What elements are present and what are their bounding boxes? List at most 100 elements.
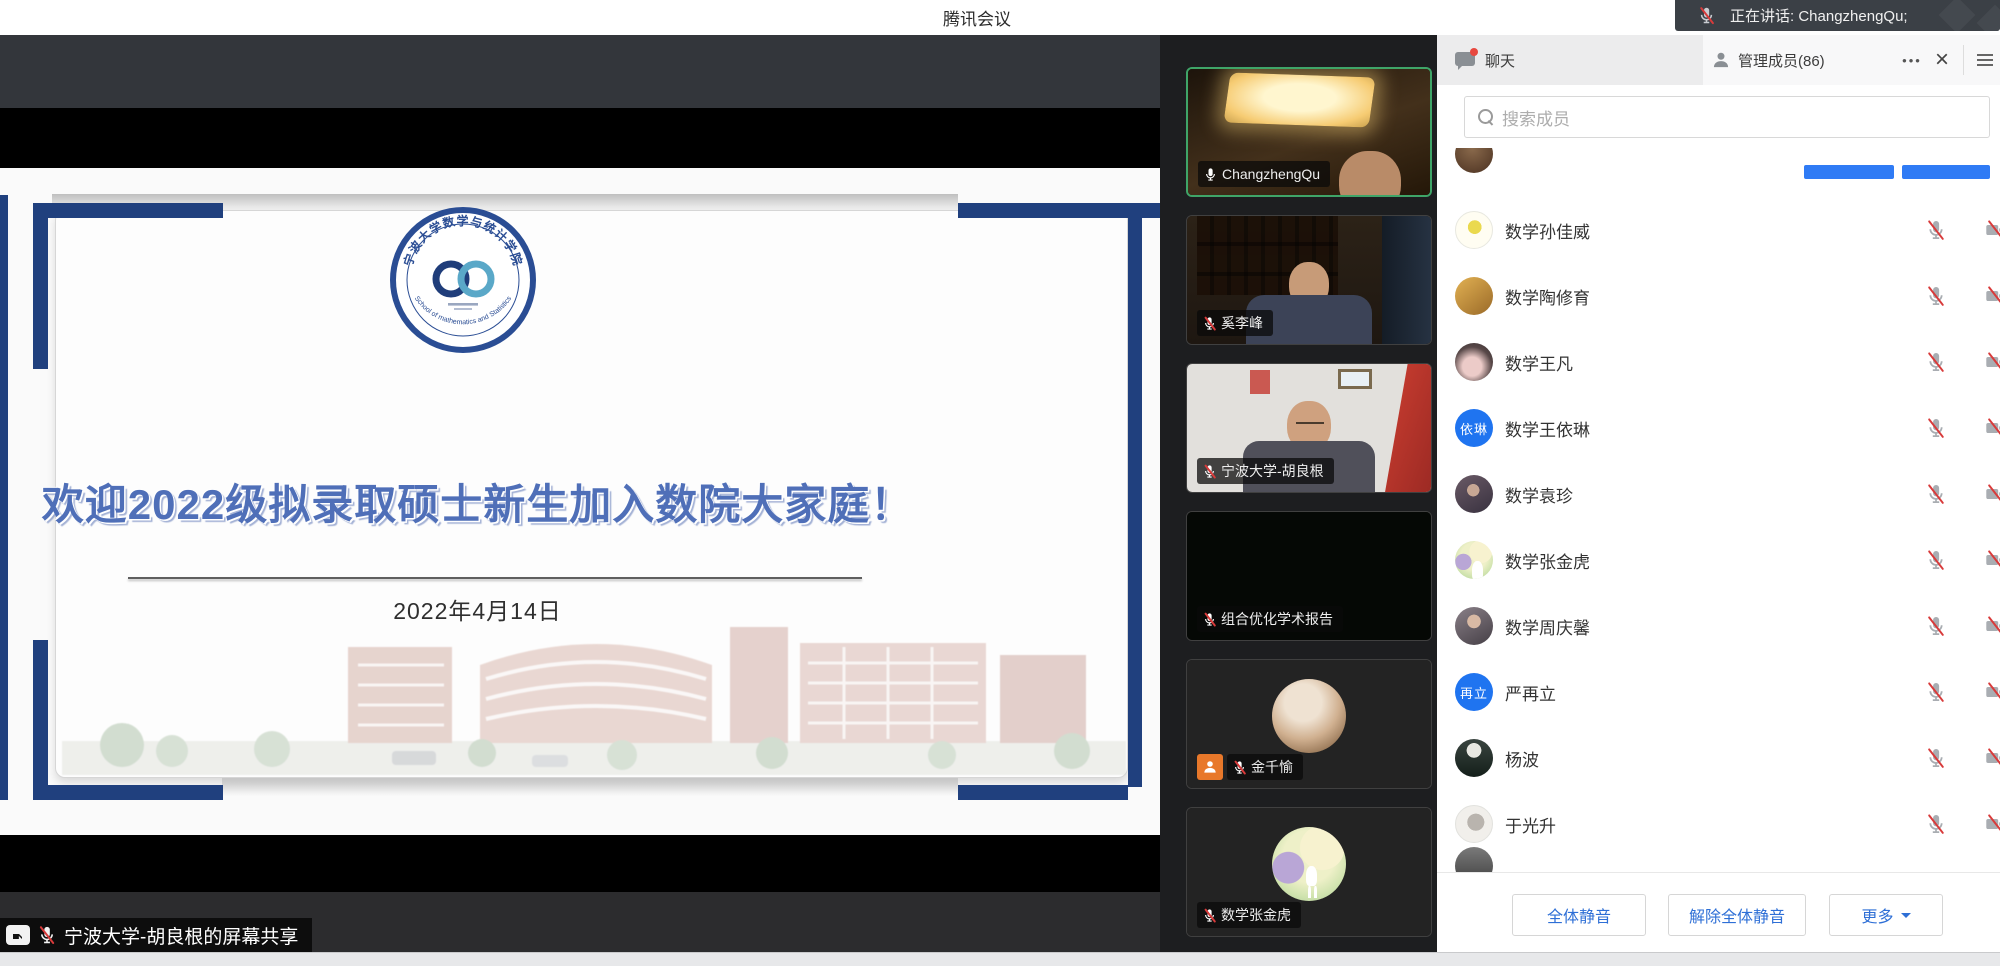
hamburger-menu-icon[interactable] (1970, 45, 2000, 75)
member-row[interactable]: 数学孙佳威 (1437, 197, 2000, 263)
mic-muted-icon[interactable] (1925, 615, 1947, 637)
member-row[interactable]: 数学袁珍 (1437, 461, 2000, 527)
mic-muted-icon[interactable] (1925, 351, 1947, 373)
avatar (1455, 343, 1493, 381)
mute-all-button[interactable]: 全体静音 (1512, 894, 1646, 936)
camera-muted-icon[interactable] (1984, 483, 2000, 505)
tab-chat[interactable]: 聊天 (1437, 35, 1703, 85)
notification-dot (1470, 48, 1478, 56)
slide-bracket-bottom-right-h (958, 785, 1128, 800)
camera-muted-icon[interactable] (1984, 285, 2000, 307)
mic-muted-icon[interactable] (1925, 417, 1947, 439)
camera-muted-icon[interactable] (1984, 747, 2000, 769)
mic-muted-icon (37, 925, 57, 945)
camera-muted-icon[interactable] (1984, 615, 2000, 637)
member-role-badge-icon (1197, 754, 1223, 780)
mic-muted-icon[interactable] (1925, 681, 1947, 703)
video-thumbnail[interactable]: ChangzhengQu (1186, 67, 1432, 197)
member-row[interactable]: 数学周庆馨 (1437, 593, 2000, 659)
mic-muted-icon (1232, 760, 1247, 775)
decor-diamond (1977, 5, 2000, 31)
slide-divider-line (128, 577, 862, 579)
member-row-partial[interactable] (1437, 148, 2000, 187)
taskbar-edge (0, 952, 2000, 966)
member-name: 数学王凡 (1505, 329, 1573, 395)
camera-muted-icon[interactable] (1984, 351, 2000, 373)
camera-muted-icon[interactable] (1984, 417, 2000, 439)
app-title: 腾讯会议 (0, 0, 1954, 35)
mic-muted-icon[interactable] (1925, 549, 1947, 571)
speaking-indicator: 正在讲话: ChangzhengQu; (1675, 0, 2000, 31)
member-row[interactable]: 数学陶修育 (1437, 263, 2000, 329)
camera-muted-icon[interactable] (1984, 549, 2000, 571)
camera-muted-icon[interactable] (1984, 681, 2000, 703)
close-icon[interactable] (1927, 45, 1957, 75)
member-name: 数学孙佳威 (1505, 197, 1590, 263)
member-list[interactable]: 数学孙佳威 数学陶修育 数学王凡 依琳 数学王依琳 (1437, 148, 2000, 872)
mic-muted-icon[interactable] (1925, 219, 1947, 241)
avatar: 依琳 (1455, 409, 1493, 447)
mic-muted-icon (1202, 464, 1217, 479)
video-thumbnail[interactable]: 金千愉 (1186, 659, 1432, 789)
participant-name-label: 数学张金虎 (1197, 902, 1301, 928)
panel-tabbar: 聊天 管理成员(86) (1437, 35, 2000, 85)
mic-muted-icon[interactable] (1925, 483, 1947, 505)
share-area-letterbox-top (0, 35, 1160, 108)
shared-slide-area: 宁波大学数学与统计学院 School of mathematics and St… (0, 168, 1160, 835)
search-placeholder: 搜索成员 (1502, 105, 1570, 130)
video-thumbnail[interactable]: 宁波大学-胡良根 (1186, 363, 1432, 493)
avatar (1455, 148, 1493, 173)
mic-on-icon (1203, 167, 1218, 182)
member-row[interactable]: 杨波 (1437, 725, 2000, 791)
more-button[interactable]: 更多 (1829, 894, 1943, 936)
camera-muted-icon[interactable] (1984, 219, 2000, 241)
person-icon (1711, 50, 1731, 70)
decor-diamond (1939, 0, 1976, 31)
member-panel: 聊天 管理成员(86) 搜索成员 (1437, 35, 2000, 952)
more-options-icon[interactable] (1897, 45, 1927, 75)
chevron-down-icon (1901, 913, 1911, 923)
mic-muted-icon (1697, 6, 1716, 25)
member-name: 数学陶修育 (1505, 263, 1590, 329)
member-row[interactable]: 数学王凡 (1437, 329, 2000, 395)
avatar (1455, 475, 1493, 513)
camera-muted-icon[interactable] (1984, 813, 2000, 835)
chat-icon (1455, 49, 1477, 71)
avatar (1455, 211, 1493, 249)
unmute-all-button[interactable]: 解除全体静音 (1668, 894, 1806, 936)
mic-muted-icon[interactable] (1925, 747, 1947, 769)
avatar (1455, 541, 1493, 579)
member-row-partial[interactable] (1437, 833, 2000, 872)
divider (1963, 45, 1964, 75)
member-name: 数学张金虎 (1505, 527, 1590, 593)
member-row[interactable]: 依琳 数学王依琳 (1437, 395, 2000, 461)
campus-photo (62, 613, 1126, 775)
slide-bracket-right-v (1128, 203, 1142, 787)
avatar (1455, 847, 1493, 872)
member-name: 严再立 (1505, 659, 1556, 725)
mic-muted-icon[interactable] (1925, 285, 1947, 307)
action-button-partial[interactable] (1804, 165, 1894, 179)
member-row[interactable]: 再立 严再立 (1437, 659, 2000, 725)
video-thumbnail[interactable]: 组合优化学术报告 (1186, 511, 1432, 641)
member-row[interactable]: 数学张金虎 (1437, 527, 2000, 593)
mic-muted-icon (1202, 908, 1217, 923)
mic-muted-icon[interactable] (1925, 813, 1947, 835)
participant-name-label: 宁波大学-胡良根 (1197, 458, 1334, 484)
member-name: 数学王依琳 (1505, 395, 1590, 461)
mic-muted-icon (1202, 612, 1217, 627)
search-members-input[interactable]: 搜索成员 (1464, 96, 1990, 138)
video-thumbnail[interactable]: 奚李峰 (1186, 215, 1432, 345)
avatar (1455, 277, 1493, 315)
school-logo: 宁波大学数学与统计学院 School of mathematics and St… (388, 205, 538, 355)
member-name: 数学周庆馨 (1505, 593, 1590, 659)
slide-title: 欢迎2022级拟录取硕士新生加入数院大家庭！ (10, 471, 945, 532)
avatar (1455, 607, 1493, 645)
video-thumbnail[interactable]: 数学张金虎 (1186, 807, 1432, 937)
participant-name-label: 金千愉 (1227, 754, 1303, 780)
action-button-partial[interactable] (1902, 165, 1990, 179)
member-name: 数学袁珍 (1505, 461, 1573, 527)
video-feed-off (1187, 660, 1431, 788)
speaking-label: 正在讲话: ChangzhengQu; (1730, 5, 1908, 26)
avatar: 再立 (1455, 673, 1493, 711)
